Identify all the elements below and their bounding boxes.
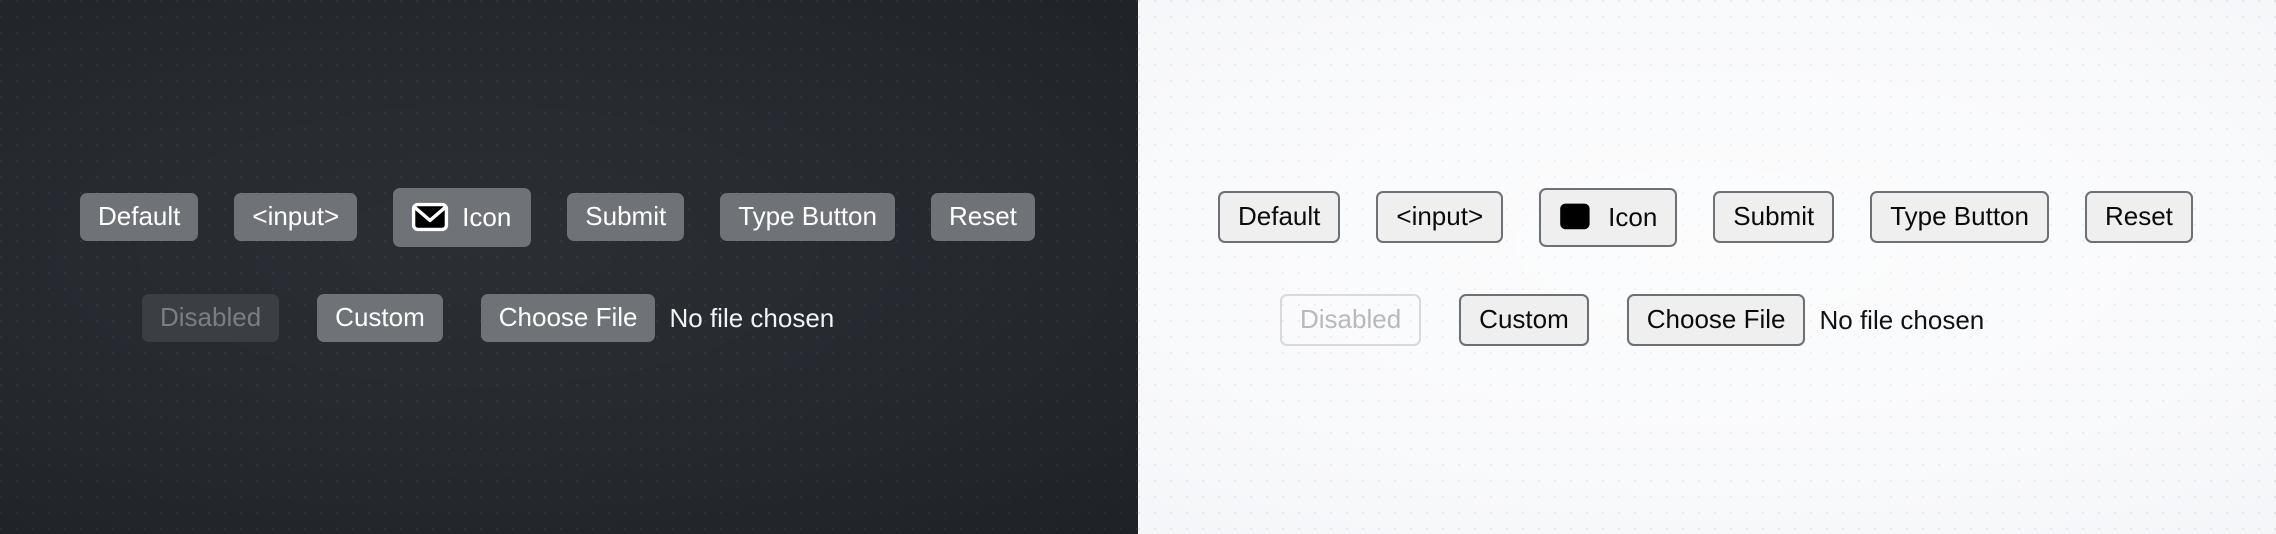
- custom-button[interactable]: Custom: [1459, 294, 1589, 346]
- dark-button-rows: Default <input> Icon Submit Type Button …: [0, 0, 1138, 342]
- icon-button-label: Icon: [1608, 201, 1658, 232]
- file-status-label: No file chosen: [1819, 305, 1985, 335]
- dark-button-row-primary: Default <input> Icon Submit Type Button …: [80, 186, 1138, 248]
- file-input-control[interactable]: Choose File No file chosen: [480, 294, 835, 342]
- input-button[interactable]: <input>: [1376, 191, 1504, 243]
- file-status-label: No file chosen: [669, 303, 835, 333]
- input-button[interactable]: <input>: [234, 193, 358, 241]
- submit-button[interactable]: Submit: [1713, 191, 1835, 243]
- dark-theme-panel: Default <input> Icon Submit Type Button …: [0, 0, 1138, 534]
- submit-button[interactable]: Submit: [567, 193, 685, 241]
- reset-button[interactable]: Reset: [2084, 191, 2193, 243]
- light-theme-panel: Default <input> Icon Submit Type Button …: [1138, 0, 2276, 534]
- reset-button[interactable]: Reset: [930, 193, 1035, 241]
- filled-square-icon: [1557, 202, 1595, 232]
- light-button-rows: Default <input> Icon Submit Type Button …: [1138, 0, 2276, 346]
- light-button-row-secondary: Disabled Custom Choose File No file chos…: [1218, 294, 2276, 346]
- disabled-button: Disabled: [1280, 294, 1422, 346]
- icon-button[interactable]: Icon: [1539, 187, 1678, 247]
- button-showcase-stage: Default <input> Icon Submit Type Button …: [0, 0, 2276, 534]
- choose-file-button[interactable]: Choose File: [1626, 294, 1806, 346]
- icon-button[interactable]: Icon: [393, 187, 532, 247]
- envelope-icon: [411, 202, 449, 232]
- dark-button-row-secondary: Disabled Custom Choose File No file chos…: [80, 294, 1138, 342]
- default-button[interactable]: Default: [80, 193, 199, 241]
- file-input-control[interactable]: Choose File No file chosen: [1626, 294, 1985, 346]
- choose-file-button[interactable]: Choose File: [480, 294, 656, 342]
- type-button[interactable]: Type Button: [720, 193, 895, 241]
- icon-button-label: Icon: [462, 201, 512, 232]
- light-button-row-primary: Default <input> Icon Submit Type Button …: [1218, 186, 2276, 248]
- default-button[interactable]: Default: [1218, 191, 1341, 243]
- custom-button[interactable]: Custom: [317, 294, 443, 342]
- type-button[interactable]: Type Button: [1870, 191, 2049, 243]
- disabled-button: Disabled: [142, 294, 280, 342]
